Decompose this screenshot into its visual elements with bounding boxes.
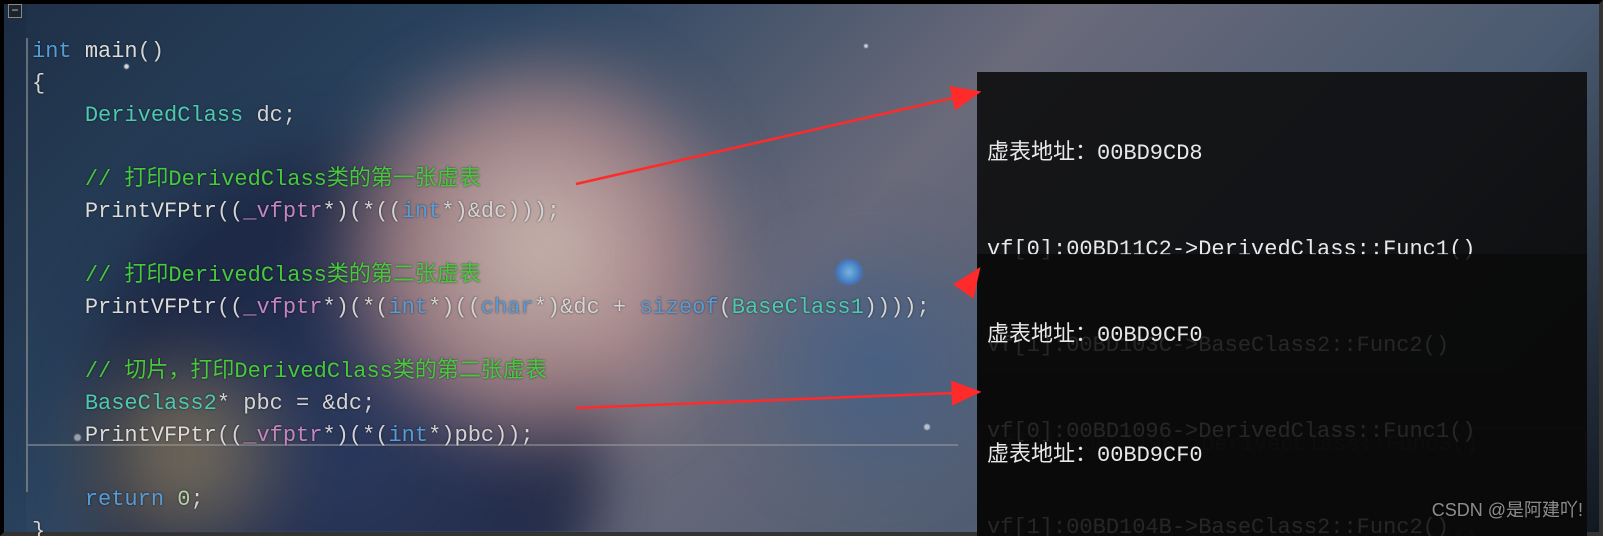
editor-gutter xyxy=(4,4,26,532)
code-line: // 打印DerivedClass类的第二张虚表 xyxy=(32,263,481,288)
vtable-address: 虚表地址：00BD9CF0 xyxy=(977,320,1587,352)
code-line: } xyxy=(32,519,45,536)
code-line: DerivedClass dc; xyxy=(32,103,296,128)
code-line xyxy=(32,135,85,160)
code-line: // 切片，打印DerivedClass类的第二张虚表 xyxy=(32,359,547,384)
code-line xyxy=(32,231,85,256)
code-line xyxy=(32,327,85,352)
code-line: PrintVFPtr((_vfptr*)(*(int*)pbc)); xyxy=(32,423,534,448)
code-line: BaseClass2* pbc = &dc; xyxy=(32,391,375,416)
fold-toggle-icon[interactable]: − xyxy=(8,4,22,18)
watermark-text: CSDN @是阿建吖! xyxy=(1432,494,1583,526)
scope-guide xyxy=(26,38,28,492)
code-line: int main() xyxy=(32,39,164,64)
code-line: return 0; xyxy=(32,487,204,512)
code-line: { xyxy=(32,71,45,96)
code-line: // 打印DerivedClass类的第一张虚表 xyxy=(32,167,481,192)
screenshot-stage: − int main() { DerivedClass dc; // 打印Der… xyxy=(0,0,1603,536)
code-line: PrintVFPtr((_vfptr*)(*(int*)((char*)&dc … xyxy=(32,295,930,320)
code-editor[interactable]: int main() { DerivedClass dc; // 打印Deriv… xyxy=(32,4,930,536)
code-line: PrintVFPtr((_vfptr*)(*((int*)&dc))); xyxy=(32,199,560,224)
code-line xyxy=(32,455,85,480)
vtable-address: 虚表地址：00BD9CD8 xyxy=(977,138,1587,170)
vtable-address: 虚表地址：00BD9CF0 xyxy=(977,440,1587,472)
